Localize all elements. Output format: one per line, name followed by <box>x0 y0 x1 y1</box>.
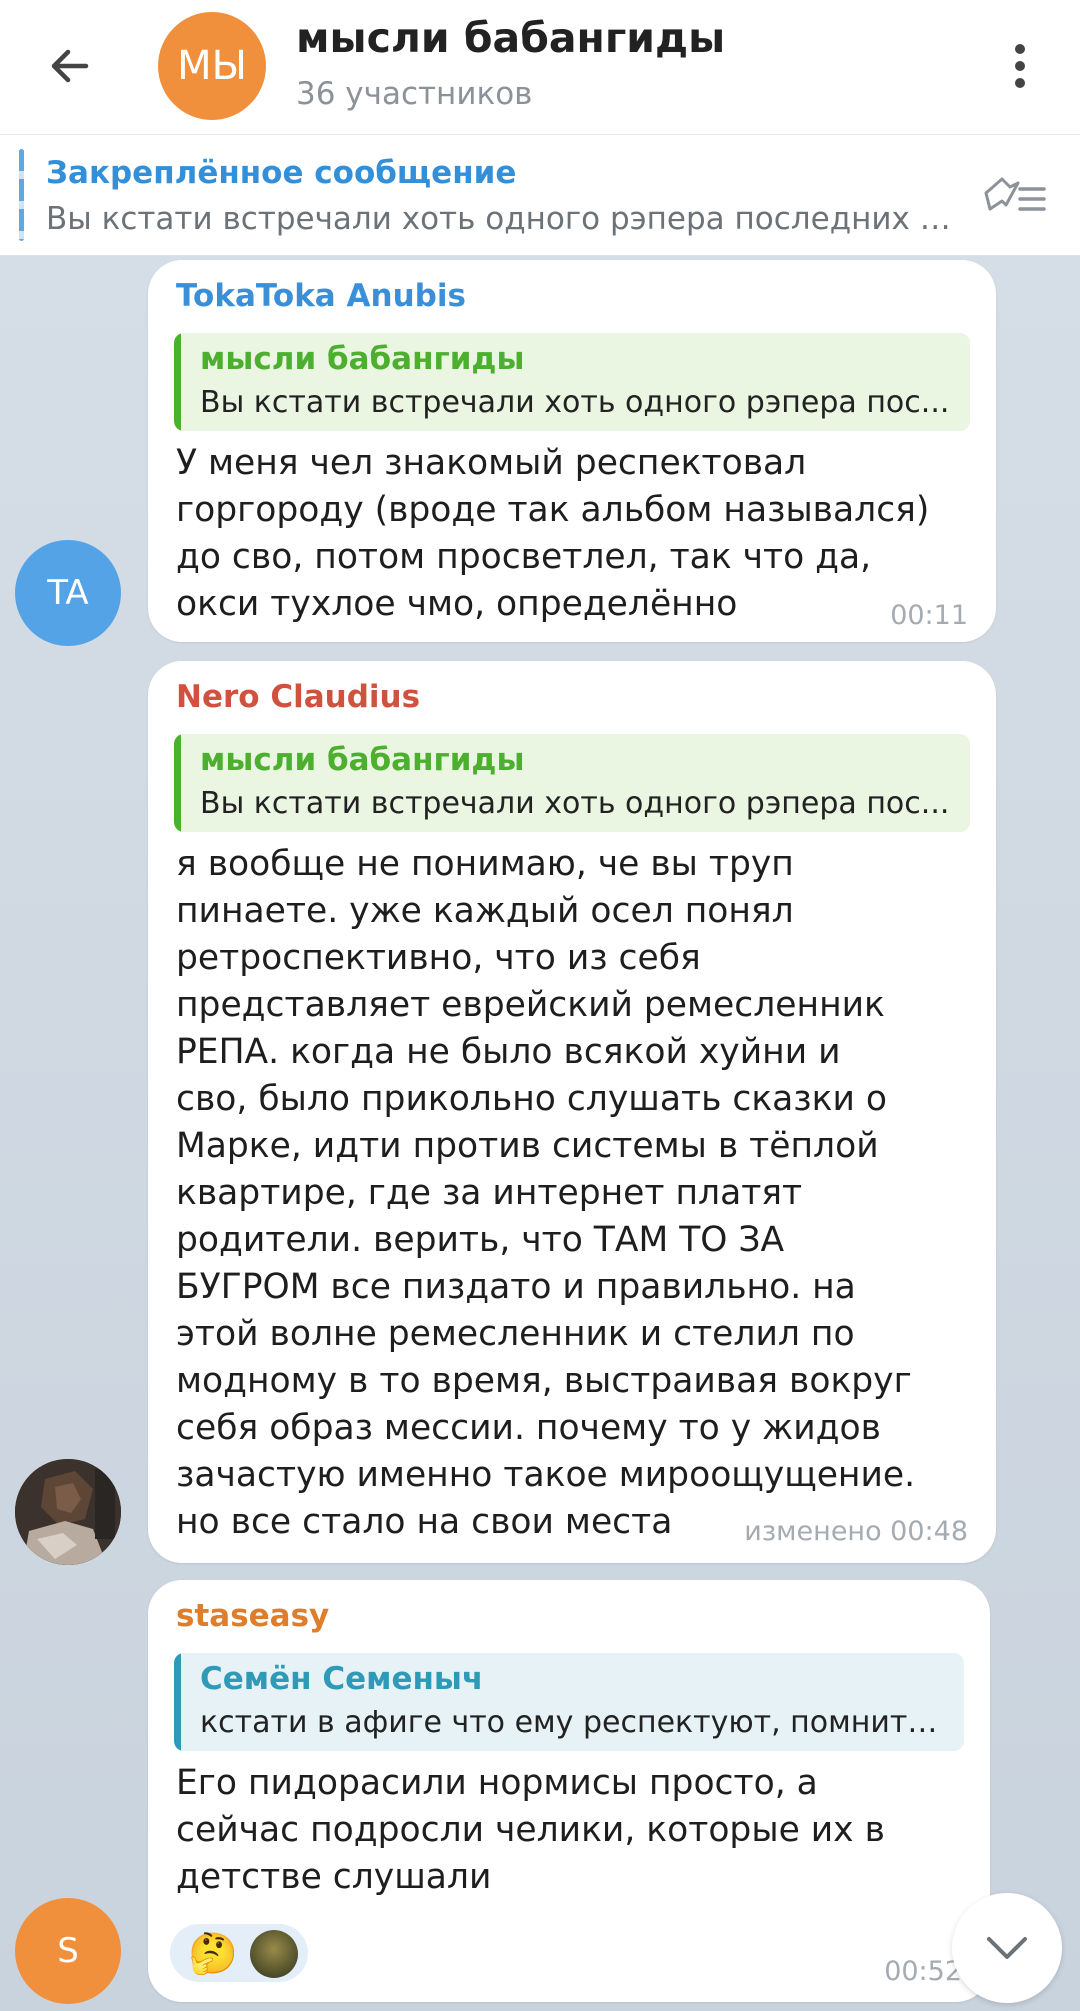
chevron-down-icon <box>987 1937 1027 1959</box>
arrow-left-icon <box>51 49 89 83</box>
message-bubble[interactable]: staseasy Семён Семеныч кстати в афиге чт… <box>148 1580 990 2002</box>
more-vertical-icon <box>1015 44 1025 54</box>
avatar[interactable]: S <box>15 1898 121 2004</box>
chat-title[interactable]: мысли бабангиды <box>296 14 725 62</box>
message-time: 00:52 <box>884 1956 962 1987</box>
pinned-list-icon <box>984 177 1046 211</box>
reply-quote[interactable]: Семён Семеныч кстати в афиге что ему рес… <box>174 1653 964 1751</box>
message-bubble[interactable]: Nero Claudius мысли бабангиды Вы кстати … <box>148 661 996 1563</box>
reply-name: мысли бабангиды <box>200 341 525 377</box>
reply-quote[interactable]: мысли бабангиды Вы кстати встречали хоть… <box>174 333 970 431</box>
message-sender[interactable]: staseasy <box>176 1598 329 1634</box>
message-sender[interactable]: TokaToka Anubis <box>176 278 466 314</box>
chat-header: МЫ мысли бабангиды 36 участников <box>0 0 1080 135</box>
message-bubble[interactable]: TokaToka Anubis мысли бабангиды Вы кстат… <box>148 260 996 642</box>
message-time: 00:11 <box>890 600 968 631</box>
message-text: я вообще не понимаю, че вы труп пинаете.… <box>176 844 916 1542</box>
pinned-title: Закреплённое сообщение <box>46 155 517 191</box>
reply-text: Вы кстати встречали хоть одного рэпера п… <box>200 385 950 420</box>
reply-text: Вы кстати встречали хоть одного рэпера п… <box>200 786 950 821</box>
message-text: Его пидорасили нормисы просто, а сейчас … <box>176 1763 885 1897</box>
scroll-down-button[interactable] <box>952 1893 1062 2003</box>
more-menu-button[interactable] <box>990 30 1050 102</box>
message-time: изменено 00:48 <box>744 1516 968 1547</box>
back-button[interactable] <box>30 26 110 106</box>
pinned-text: Вы кстати встречали хоть одного рэпера п… <box>46 201 966 237</box>
chat-avatar[interactable]: МЫ <box>158 12 266 120</box>
reaction-chip[interactable]: 🤔 <box>170 1924 308 1982</box>
chat-member-count: 36 участников <box>296 76 533 112</box>
pinned-message-bar[interactable]: Закреплённое сообщение Вы кстати встреча… <box>0 135 1080 256</box>
reply-bar <box>174 734 181 832</box>
reply-quote[interactable]: мысли бабангиды Вы кстати встречали хоть… <box>174 734 970 832</box>
message-sender[interactable]: Nero Claudius <box>176 679 420 715</box>
reply-bar <box>174 1653 181 1751</box>
message-text: У меня чел знакомый респектовал горгород… <box>176 443 930 624</box>
thinking-face-emoji: 🤔 <box>188 1931 238 1977</box>
reply-name: мысли бабангиды <box>200 742 525 778</box>
user-photo-avatar[interactable] <box>15 1459 121 1565</box>
pinned-indicator <box>19 149 24 241</box>
avatar[interactable]: TA <box>15 540 121 646</box>
reply-name: Семён Семеныч <box>200 1661 484 1697</box>
reply-bar <box>174 333 181 431</box>
reactor-avatar <box>250 1930 298 1978</box>
reply-text: кстати в афиге что ему респектуют, помни… <box>200 1705 950 1740</box>
pinned-list-button[interactable] <box>980 165 1060 225</box>
